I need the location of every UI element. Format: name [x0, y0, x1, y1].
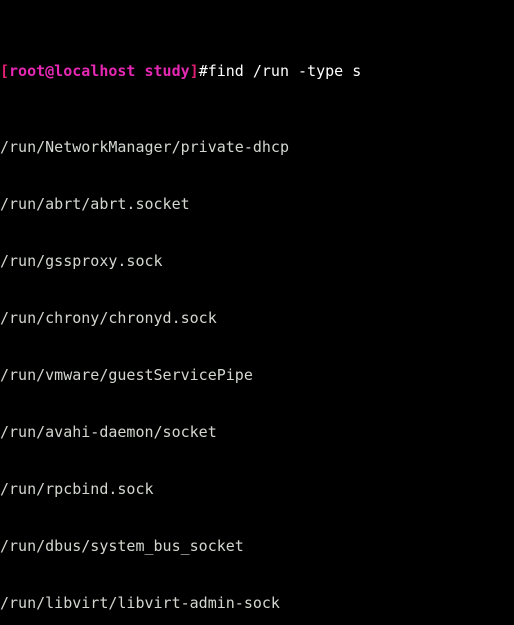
- output-line: /run/rpcbind.sock: [0, 480, 154, 498]
- output-line: /run/avahi-daemon/socket: [0, 423, 217, 441]
- output-line: /run/libvirt/libvirt-admin-sock: [0, 594, 280, 612]
- prompt-hash: #: [198, 62, 208, 80]
- command-line: [root@localhost study]#find /run -type s: [0, 62, 514, 81]
- output-line: /run/vmware/guestServicePipe: [0, 366, 253, 384]
- output-line: /run/abrt/abrt.socket: [0, 195, 190, 213]
- output-line: /run/NetworkManager/private-dhcp: [0, 138, 289, 156]
- prompt-user-host: root@localhost study: [9, 62, 190, 80]
- typed-command: find /run -type s: [207, 62, 362, 80]
- terminal-window[interactable]: [root@localhost study]#find /run -type s…: [0, 0, 514, 625]
- prompt-bracket-close: ]: [189, 62, 199, 80]
- output-line: /run/gssproxy.sock: [0, 252, 163, 270]
- output-line: /run/dbus/system_bus_socket: [0, 537, 244, 555]
- output-line: /run/chrony/chronyd.sock: [0, 309, 217, 327]
- terminal-content: [root@localhost study]#find /run -type s…: [0, 5, 514, 625]
- prompt-bracket-open: [: [0, 62, 10, 80]
